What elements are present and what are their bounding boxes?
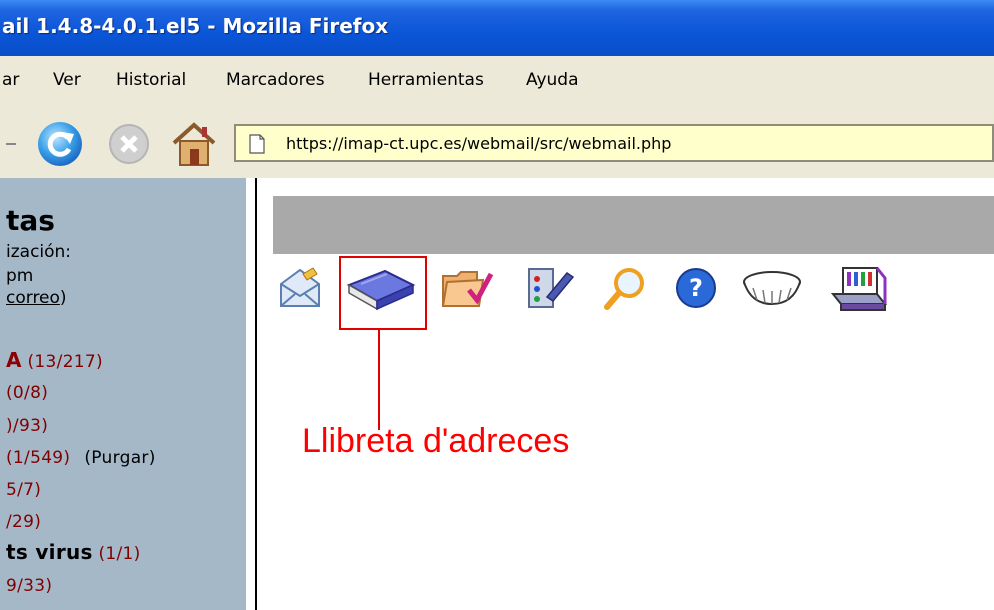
- address-book-annotation: Llibreta d'adreces: [302, 422, 570, 460]
- stop-icon[interactable]: [104, 120, 154, 168]
- folder-sidebar: tas ización: pm correo) A (13/217) (0/8)…: [0, 178, 246, 610]
- folder-count: 5/7): [6, 480, 42, 500]
- options-icon[interactable]: [523, 262, 577, 314]
- check-mail-label[interactable]: correo: [6, 288, 60, 308]
- last-update-time: pm: [6, 266, 34, 286]
- page-icon: [248, 134, 266, 158]
- address-book-highlight: [339, 256, 427, 330]
- folder-item[interactable]: 5/7): [6, 480, 41, 500]
- back-dropdown-icon[interactable]: [0, 134, 22, 154]
- folder-item[interactable]: 9/33): [6, 576, 52, 596]
- folder-count: 9/33): [6, 576, 53, 596]
- home-icon[interactable]: [166, 118, 222, 170]
- menu-bar: ar Ver Historial Marcadores Herramientas…: [0, 56, 994, 106]
- url-text[interactable]: https://imap-ct.upc.es/webmail/src/webma…: [286, 134, 671, 153]
- calendar-icon[interactable]: [827, 262, 889, 314]
- address-bar[interactable]: https://imap-ct.upc.es/webmail/src/webma…: [234, 124, 994, 162]
- svg-text:?: ?: [689, 274, 703, 302]
- purge-link[interactable]: (Purgar): [84, 448, 155, 468]
- folder-item[interactable]: (0/8): [6, 383, 48, 403]
- main-frame: ? Llibreta d'adreces: [257, 178, 994, 610]
- folder-count: (1/549): [6, 448, 71, 468]
- menu-item-herramientas[interactable]: Herramientas: [368, 70, 484, 90]
- folder-count: (0/8): [6, 383, 49, 403]
- navigation-toolbar: https://imap-ct.upc.es/webmail/src/webma…: [0, 106, 994, 179]
- folder-name: ts virus: [6, 540, 93, 564]
- folder-item[interactable]: /29): [6, 512, 41, 532]
- callout-line: [378, 330, 380, 430]
- reload-icon[interactable]: [32, 118, 88, 170]
- search-icon[interactable]: [599, 262, 651, 314]
- window-title: ail 1.4.8-4.0.1.el5 - Mozilla Firefox: [2, 14, 389, 38]
- folder-item-inbox[interactable]: A (13/217): [6, 348, 103, 372]
- check-mail-link[interactable]: correo): [6, 288, 67, 308]
- folders-icon[interactable]: [437, 262, 497, 314]
- window-titlebar: ail 1.4.8-4.0.1.el5 - Mozilla Firefox: [0, 0, 994, 56]
- folder-count: (1/1): [98, 544, 141, 564]
- folder-item-virus[interactable]: ts virus (1/1): [6, 540, 141, 564]
- filters-icon[interactable]: [737, 262, 807, 314]
- folder-name: A: [6, 348, 22, 372]
- folder-count: /29): [6, 512, 42, 532]
- compose-icon[interactable]: [275, 262, 325, 314]
- menu-item-archivo[interactable]: ar: [2, 70, 19, 90]
- folder-count: (13/217): [27, 352, 103, 372]
- last-update-label: ización:: [6, 242, 72, 262]
- menu-item-ayuda[interactable]: Ayuda: [526, 70, 579, 90]
- folder-item[interactable]: )/93): [6, 416, 48, 436]
- help-icon[interactable]: ?: [671, 262, 721, 314]
- menu-item-ver[interactable]: Ver: [53, 70, 81, 90]
- header-bar: [273, 196, 994, 254]
- folder-count: )/93): [6, 416, 49, 436]
- folder-item-trash[interactable]: (1/549) (Purgar): [6, 448, 156, 468]
- menu-item-marcadores[interactable]: Marcadores: [226, 70, 325, 90]
- menu-item-historial[interactable]: Historial: [116, 70, 186, 90]
- frame-divider[interactable]: [246, 178, 257, 610]
- sidebar-title: tas: [6, 204, 55, 237]
